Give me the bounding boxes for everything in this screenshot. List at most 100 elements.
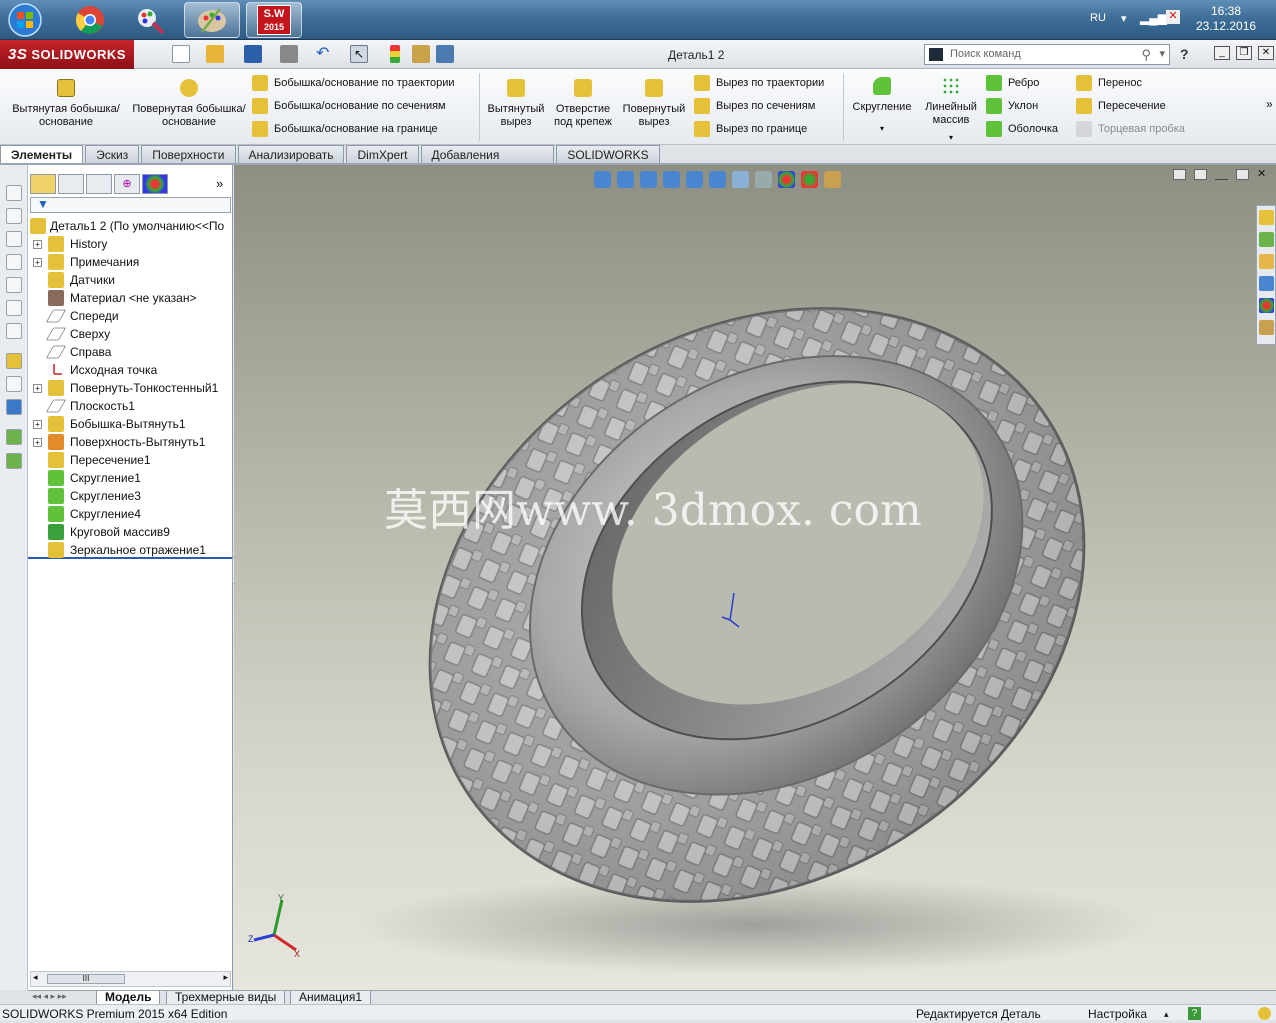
tree-root-part[interactable]: Деталь1 2 (По умолчанию<<По: [28, 217, 233, 235]
display-manager-tab-icon[interactable]: [142, 174, 168, 194]
tab-surfaces[interactable]: Поверхности: [141, 145, 236, 164]
expand-icon[interactable]: +: [33, 420, 42, 429]
tree-node[interactable]: Сверху: [28, 325, 233, 343]
rebuild-status-icon[interactable]: [1258, 1007, 1271, 1020]
settings-menu[interactable]: Настройка: [1088, 1005, 1147, 1023]
boundary-cut-button[interactable]: Вырез по границе: [694, 120, 807, 138]
fillet-dropdown-icon[interactable]: ▾: [848, 122, 916, 135]
restore-window-button[interactable]: ❐: [1236, 46, 1252, 60]
fillet-button[interactable]: Скругление ▾: [848, 77, 916, 135]
lofted-boss-button[interactable]: Бобышка/основание по сечениям: [252, 97, 446, 115]
chrome-taskbar-button[interactable]: [62, 2, 118, 38]
undo-icon[interactable]: ↶: [316, 45, 334, 63]
tab-mbd[interactable]: SOLIDWORKS MBD: [556, 145, 660, 180]
options-icon[interactable]: [436, 45, 454, 63]
shell-button[interactable]: Оболочка: [986, 120, 1058, 138]
tree-node[interactable]: Плоскость1: [28, 397, 233, 415]
dimxpert-tab-icon[interactable]: ⊕: [114, 174, 140, 194]
sketch-tool-icon[interactable]: [6, 254, 22, 270]
feature-icon[interactable]: [6, 429, 22, 445]
tree-node[interactable]: Исходная точка: [28, 361, 233, 379]
tab-features[interactable]: Элементы: [0, 145, 84, 164]
tree-node[interactable]: Зеркальное отражение1: [28, 541, 233, 559]
draft-button[interactable]: Уклон: [986, 97, 1038, 115]
solidworks-menu-button[interactable]: 3S SOLIDWORKS: [0, 40, 134, 69]
tree-node[interactable]: Круговой массив9: [28, 523, 233, 541]
search-dropdown-icon[interactable]: ▾: [1159, 45, 1165, 64]
tab-model[interactable]: Модель: [96, 991, 161, 1005]
help-status-icon[interactable]: ?: [1188, 1007, 1201, 1020]
tree-node[interactable]: Спереди: [28, 307, 233, 325]
close-window-button[interactable]: ✕: [1258, 46, 1274, 60]
tray-arrow-icon[interactable]: ▾: [1121, 12, 1127, 25]
relations-icon[interactable]: [6, 376, 22, 392]
revolved-boss-button[interactable]: Повернутая бобышка/основание: [130, 79, 248, 129]
sketch-tool-icon[interactable]: [6, 231, 22, 247]
expand-icon[interactable]: +: [33, 258, 42, 267]
help-button[interactable]: ?: [1180, 46, 1189, 62]
tab-3d-views[interactable]: Трехмерные виды: [166, 991, 286, 1005]
sketch-tool-icon[interactable]: [6, 277, 22, 293]
linear-pattern-button[interactable]: Линейный массив ▾: [920, 77, 982, 144]
scroll-right-icon[interactable]: ▸: [223, 972, 228, 983]
tree-node[interactable]: Датчики: [28, 271, 233, 289]
tab-scroll-arrows-icon[interactable]: ◂◂ ◂ ▸ ▸▸: [32, 991, 67, 1002]
featuremanager-tab-icon[interactable]: [30, 174, 56, 194]
print-icon[interactable]: [280, 45, 298, 63]
tree-horizontal-scrollbar[interactable]: ◂ III ▸: [30, 971, 231, 987]
tree-filter-input[interactable]: ▼: [30, 197, 231, 213]
new-document-icon[interactable]: [172, 45, 190, 63]
sketch-tool-icon[interactable]: [6, 323, 22, 339]
command-search-input[interactable]: Поиск команд ⚲ ▾: [924, 44, 1170, 65]
tree-node[interactable]: + Поверхность-Вытянуть1: [28, 433, 233, 451]
volume-muted-icon[interactable]: ✕: [1166, 10, 1180, 24]
sketch-tool-icon[interactable]: [6, 300, 22, 316]
search-icon[interactable]: ⚲: [1141, 45, 1151, 64]
tree-node[interactable]: Скругление1: [28, 469, 233, 487]
feature-icon[interactable]: [6, 453, 22, 469]
end-cap-button[interactable]: Торцевая пробка: [1076, 120, 1185, 138]
reference-triad[interactable]: Y Z X: [248, 893, 300, 959]
tab-dimxpert[interactable]: DimXpert: [346, 145, 419, 164]
tab-sketch[interactable]: Эскиз: [85, 145, 140, 164]
tree-node[interactable]: + History: [28, 235, 233, 253]
boundary-boss-button[interactable]: Бобышка/основание на границе: [252, 120, 438, 138]
extruded-cut-button[interactable]: Вытянутый вырез: [484, 79, 548, 129]
tire-model[interactable]: 莫西网www. 3dmox. com Y Z X: [234, 165, 1276, 990]
tree-node[interactable]: Материал <не указан>: [28, 289, 233, 307]
revolved-cut-button[interactable]: Повернутый вырез: [618, 79, 690, 129]
signal-icon[interactable]: ▂▄▆: [1140, 11, 1167, 25]
extruded-boss-button[interactable]: Вытянутая бобышка/основание: [6, 79, 126, 129]
tree-node[interactable]: + Примечания: [28, 253, 233, 271]
tree-node[interactable]: + Повернуть-Тонкостенный1: [28, 379, 233, 397]
linear-pattern-dropdown-icon[interactable]: ▾: [920, 131, 982, 144]
rebuild-icon[interactable]: [390, 45, 400, 63]
hole-wizard-button[interactable]: Отверстие под крепеж: [552, 79, 614, 129]
language-indicator[interactable]: RU: [1090, 12, 1106, 24]
settings-dropdown-icon[interactable]: ▴: [1164, 1005, 1169, 1023]
move-entities-icon[interactable]: [6, 399, 22, 415]
tab-evaluate[interactable]: Анализировать: [237, 145, 345, 164]
sketch-tool-icon[interactable]: [6, 185, 22, 201]
windows-start-button[interactable]: [0, 2, 50, 38]
sketch-tool-icon[interactable]: [6, 208, 22, 224]
swept-boss-button[interactable]: Бобышка/основание по траектории: [252, 74, 455, 92]
tab-animation[interactable]: Анимация1: [290, 991, 372, 1005]
tree-node[interactable]: Справа: [28, 343, 233, 361]
clock[interactable]: 16:38 23.12.2016: [1196, 4, 1256, 34]
configurationmanager-tab-icon[interactable]: [86, 174, 112, 194]
intersect-button[interactable]: Пересечение: [1076, 97, 1166, 115]
smart-dimension-icon[interactable]: [6, 353, 22, 369]
expand-icon[interactable]: +: [33, 384, 42, 393]
lofted-cut-button[interactable]: Вырез по сечениям: [694, 97, 815, 115]
solidworks-taskbar-button[interactable]: S.W 2015: [246, 2, 302, 38]
tab-addins[interactable]: Добавления SOLIDWORKS: [420, 145, 555, 180]
palette-taskbar-button[interactable]: [184, 2, 240, 38]
paint-taskbar-button[interactable]: [122, 2, 178, 38]
file-properties-icon[interactable]: [412, 45, 430, 63]
propertymanager-tab-icon[interactable]: [58, 174, 84, 194]
tree-node[interactable]: Скругление3: [28, 487, 233, 505]
open-folder-icon[interactable]: [206, 45, 224, 63]
tree-node[interactable]: Пересечение1: [28, 451, 233, 469]
fm-expand-icon[interactable]: »: [216, 176, 223, 191]
